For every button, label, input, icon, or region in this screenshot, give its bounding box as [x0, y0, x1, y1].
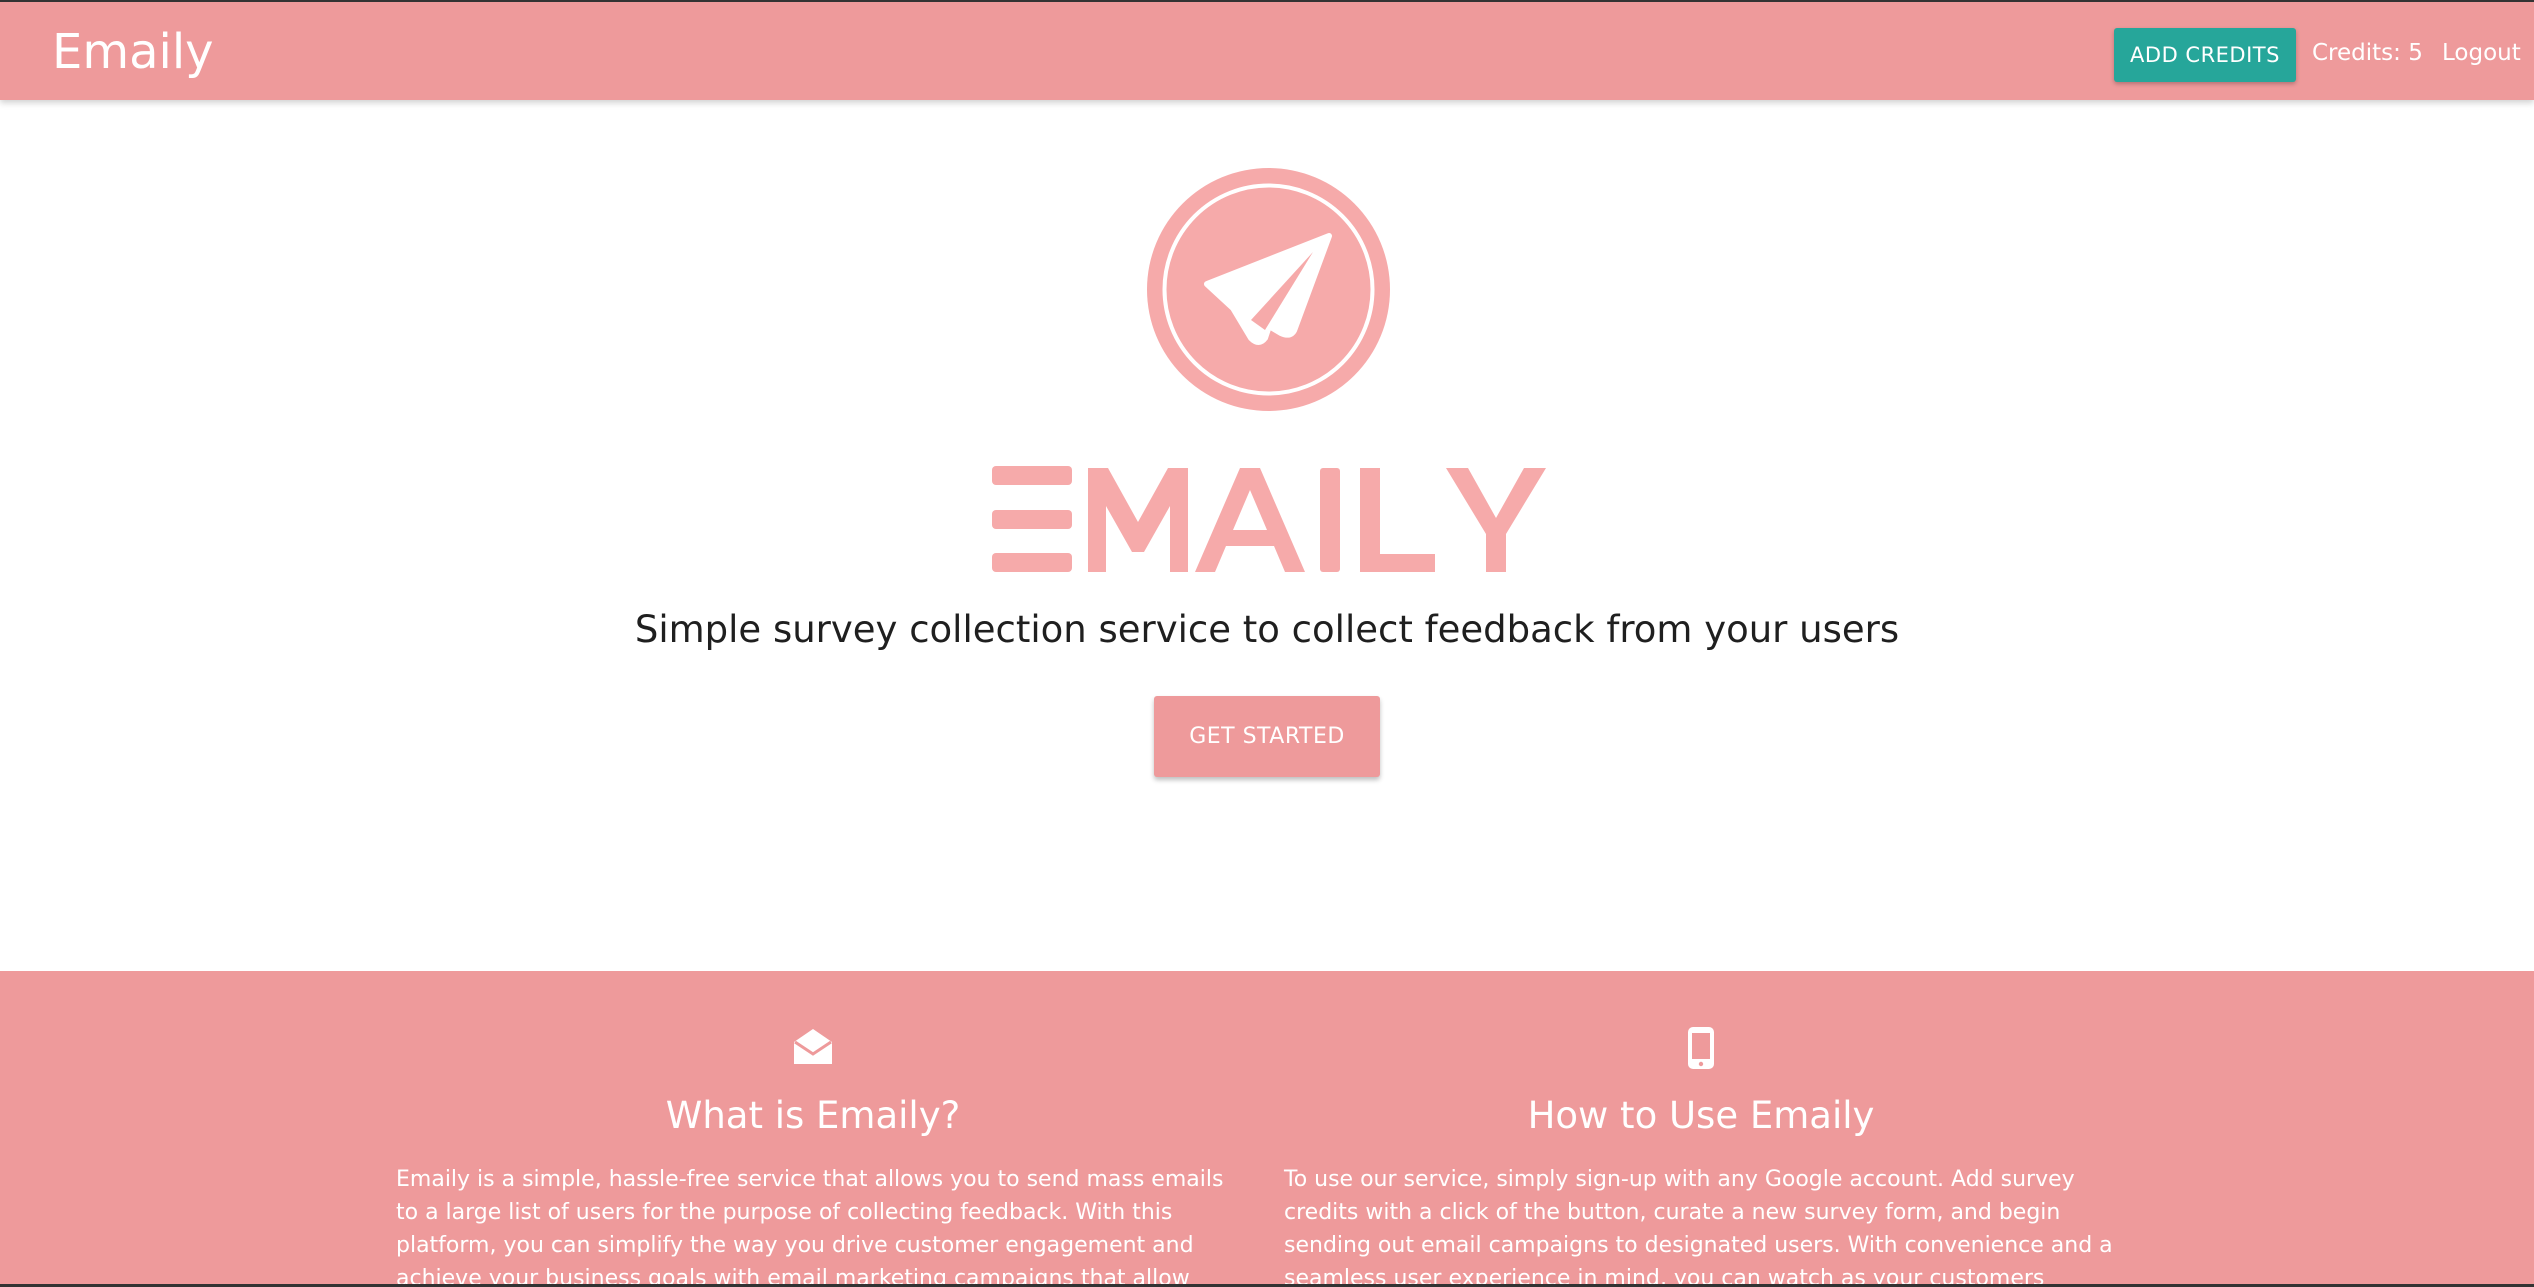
get-started-button[interactable]: GET STARTED: [1154, 696, 1380, 777]
emaily-wordmark-logo: [990, 464, 1546, 574]
what-is-emaily-text: Emaily is a simple, hassle-free service …: [396, 1167, 1224, 1287]
logout-link[interactable]: Logout: [2442, 36, 2521, 70]
how-to-use-heading: How to Use Emaily: [1527, 1094, 1875, 1137]
add-credits-button[interactable]: ADD CREDITS: [2114, 28, 2296, 82]
how-to-use-column: How to Use Emaily To use our service, si…: [1284, 971, 2118, 1287]
mobile-phone-icon: [1687, 1026, 1715, 1069]
paper-plane-icon: [1147, 168, 1390, 411]
envelope-open-icon: [792, 1026, 834, 1068]
info-section: What is Emaily? Emaily is a simple, hass…: [0, 971, 2534, 1287]
credits-count: Credits: 5: [2312, 40, 2423, 66]
hero-tagline: Simple survey collection service to coll…: [634, 608, 1900, 651]
brand-logo-link[interactable]: Emaily: [52, 24, 214, 80]
what-is-emaily-heading: What is Emaily?: [665, 1094, 961, 1137]
top-navbar: Emaily ADD CREDITS Credits: 5 Logout: [0, 0, 2534, 100]
what-is-emaily-column: What is Emaily? Emaily is a simple, hass…: [396, 971, 1230, 1287]
how-to-use-text: To use our service, simply sign-up with …: [1284, 1167, 2113, 1287]
